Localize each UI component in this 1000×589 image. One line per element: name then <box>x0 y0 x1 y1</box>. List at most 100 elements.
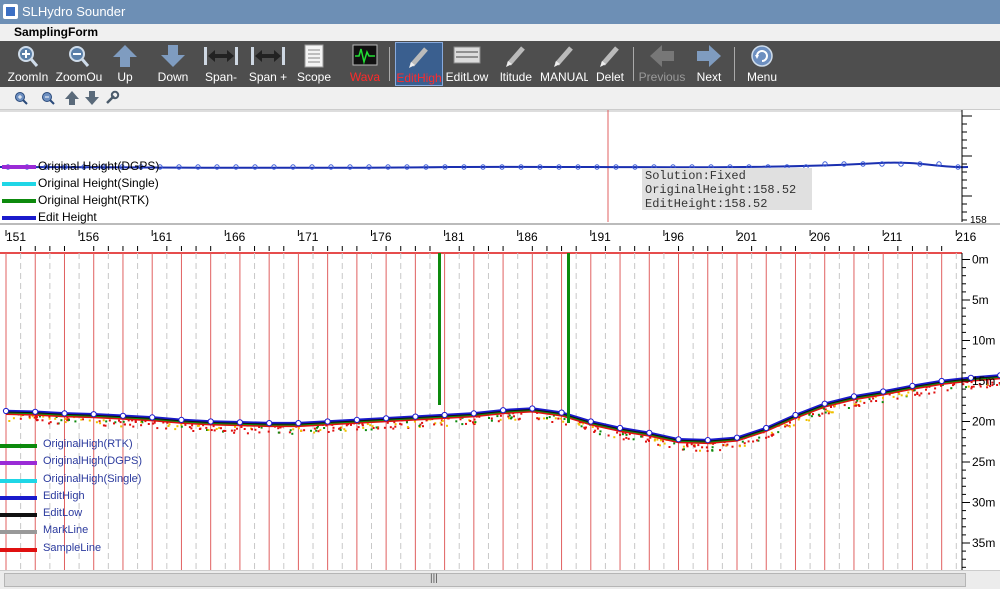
depth-tick-label: 30m <box>972 496 995 510</box>
legend-label: OriginalHigh(Single) <box>43 472 142 485</box>
echo-dot <box>741 440 744 443</box>
manual-label: MANUAL <box>540 70 588 84</box>
arrow-down-small-icon[interactable] <box>84 90 100 106</box>
echo-dot <box>370 428 373 431</box>
echo-dot <box>747 440 750 443</box>
edit-high-point <box>909 382 916 389</box>
edit-high-point <box>821 400 828 407</box>
x-tick-label: 201 <box>737 230 757 244</box>
echo-dot <box>591 426 594 428</box>
scope-button[interactable]: Scope <box>292 42 336 86</box>
echo-dot <box>418 424 421 427</box>
toolbar-separator <box>633 47 634 81</box>
echo-dot <box>422 425 424 428</box>
menu-label: Menu <box>746 70 778 84</box>
echo-dot <box>855 404 858 407</box>
x-axis: 151 156 161 166 171 176 181 186 191 196 201 206 211 2… <box>0 223 1000 254</box>
zoom-in-small-icon[interactable] <box>13 90 29 106</box>
echo-dot <box>105 420 108 423</box>
edit-high-point <box>61 410 68 417</box>
zoom-out-small-icon[interactable] <box>40 90 56 106</box>
scrollbar-grip-icon[interactable]: ||| <box>430 573 438 584</box>
echo-dot <box>662 440 665 443</box>
edit-high-point <box>353 416 360 423</box>
title-bar: SLHydro Sounder <box>0 0 1000 24</box>
echo-dot <box>653 439 656 442</box>
wave-button[interactable]: Wava <box>346 42 384 86</box>
zoom-in-button[interactable]: ZoomIn <box>4 42 52 86</box>
echo-dot <box>738 445 741 448</box>
span-minus-button[interactable]: Span- <box>198 42 244 86</box>
down-button[interactable]: Down <box>150 42 196 86</box>
rtk-spike <box>438 253 441 405</box>
edit-high-button[interactable]: EditHigh <box>395 42 443 86</box>
edit-high-point <box>733 434 741 441</box>
echo-dot <box>364 429 367 432</box>
delete-button[interactable]: Delet <box>590 42 630 86</box>
zoom-in-icon <box>18 46 39 67</box>
scrollbar-thumb[interactable] <box>4 573 966 587</box>
echo-dot <box>805 419 808 421</box>
echo-dot <box>207 429 210 431</box>
edit-high-point <box>178 416 185 423</box>
echo-dot <box>317 430 320 433</box>
next-button[interactable]: Next <box>690 42 728 86</box>
echo-dot <box>48 422 51 425</box>
legend-label: OriginalHigh(DGPS) <box>43 455 143 468</box>
altitude-button[interactable]: ltitude <box>492 42 540 86</box>
echo-dot <box>784 424 787 426</box>
echo-dot <box>625 436 628 439</box>
echo-dot <box>843 404 846 407</box>
echo-dot <box>118 419 120 422</box>
menu-button[interactable]: Menu <box>740 42 784 86</box>
edit-high-point <box>470 410 477 417</box>
echo-dot <box>490 419 493 422</box>
zoom-in-label: ZoomIn <box>7 70 49 84</box>
echo-dot <box>962 383 965 386</box>
echo-dot <box>810 415 813 418</box>
form-title: SamplingForm <box>14 25 99 39</box>
edit-high-point <box>295 420 302 427</box>
legend-swatch <box>2 165 36 169</box>
zoom-out-button[interactable]: ZoomOu <box>54 42 104 86</box>
x-tick-label: 176 <box>372 230 392 244</box>
span-plus-button[interactable]: Span + <box>246 42 290 86</box>
echo-dot <box>344 429 347 432</box>
up-label: Up <box>117 70 133 84</box>
echo-dot <box>319 428 322 431</box>
echo-dot <box>916 391 919 394</box>
echo-dot <box>122 420 125 423</box>
x-tick-label: 206 <box>810 230 830 244</box>
echo-dot <box>705 446 708 449</box>
echo-dot <box>719 449 722 452</box>
echo-dot <box>925 388 927 391</box>
up-button[interactable]: Up <box>106 42 144 86</box>
edit-low-button[interactable]: EditLow <box>444 42 490 86</box>
echo-dot <box>180 425 183 428</box>
previous-button[interactable]: Previous <box>636 42 688 86</box>
echo-dot <box>243 428 246 430</box>
x-tick-label: 211 <box>883 230 902 244</box>
echo-dot <box>868 398 871 401</box>
echo-dot <box>191 424 194 427</box>
horizontal-scrollbar[interactable]: ||| <box>0 570 1000 589</box>
edit-high-point <box>792 411 799 419</box>
echo-dot <box>129 423 132 426</box>
echo-dot <box>246 432 249 435</box>
edit-high-point <box>119 412 127 419</box>
echo-dot <box>756 439 759 442</box>
echo-dot <box>362 426 365 429</box>
x-tick-label: 186 <box>518 230 538 244</box>
echo-dot <box>536 417 539 420</box>
echo-dot <box>356 428 359 431</box>
arrow-up-small-icon[interactable] <box>64 90 80 106</box>
echo-dot <box>446 424 448 427</box>
echo-dot <box>514 418 517 421</box>
echo-dot <box>826 409 829 412</box>
echo-dot <box>892 395 895 398</box>
wrench-icon[interactable] <box>104 90 120 106</box>
echo-dot <box>686 445 689 448</box>
edit-high-point <box>558 409 565 416</box>
manual-button[interactable]: MANUAL <box>540 42 588 86</box>
delete-icon <box>600 46 619 67</box>
